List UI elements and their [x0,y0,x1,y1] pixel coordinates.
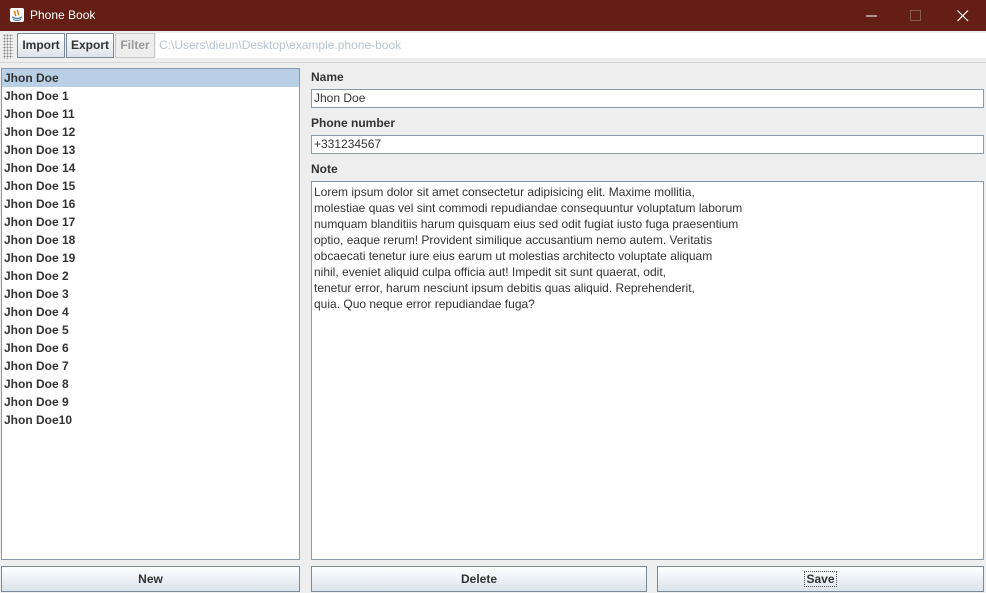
note-text-line: optio, eaque rerum! Provident similique … [314,233,713,247]
maximize-button[interactable] [893,0,939,31]
java-app-icon [9,7,25,23]
title-bar[interactable]: Phone Book [0,0,986,31]
note-text-line: Lorem ipsum dolor sit amet consectetur a… [314,185,695,199]
file-path-field[interactable]: C:\Users\dieun\Desktop\example.phone-boo… [156,33,986,58]
list-item[interactable]: Jhon Doe 6 [2,339,299,357]
note-text-line: nihil, eveniet aliquid culpa officia aut… [314,265,666,279]
export-button[interactable]: Export [66,33,114,58]
name-label: Name [311,70,344,84]
filter-button[interactable]: Filter [115,33,155,58]
name-field[interactable]: Jhon Doe [311,89,984,108]
toolbar: Import Export Filter C:\Users\dieun\Desk… [0,31,986,63]
list-item[interactable]: Jhon Doe 1 [2,87,299,105]
list-item[interactable]: Jhon Doe 17 [2,213,299,231]
new-button[interactable]: New [1,566,300,592]
list-item[interactable]: Jhon Doe 14 [2,159,299,177]
list-item[interactable]: Jhon Doe 18 [2,231,299,249]
list-item[interactable]: Jhon Doe 12 [2,123,299,141]
list-item[interactable]: Jhon Doe 4 [2,303,299,321]
save-button-label: Save [804,571,837,587]
list-item[interactable]: Jhon Doe 5 [2,321,299,339]
save-button[interactable]: Save [657,566,984,592]
delete-button[interactable]: Delete [311,566,647,592]
note-text-line: numquam blanditiis harum quisquam eius s… [314,217,739,231]
list-item[interactable]: Jhon Doe [2,69,299,87]
toolbar-grip-handle[interactable] [3,34,13,59]
note-text-line: obcaecati tenetur iure eius earum ut mol… [314,249,713,263]
list-item[interactable]: Jhon Doe10 [2,411,299,429]
list-item[interactable]: Jhon Doe 11 [2,105,299,123]
list-item[interactable]: Jhon Doe 9 [2,393,299,411]
note-text-line: quia. Quo neque error repudiandae fuga? [314,297,535,311]
list-item[interactable]: Jhon Doe 15 [2,177,299,195]
close-button[interactable] [940,0,986,31]
list-item[interactable]: Jhon Doe 19 [2,249,299,267]
minimize-button[interactable] [849,0,895,31]
list-item[interactable]: Jhon Doe 3 [2,285,299,303]
note-text-line: tenetur error, harum nesciunt ipsum debi… [314,281,695,295]
close-icon [957,10,969,22]
note-text-line: molestiae quas vel sint commodi repudian… [314,201,743,215]
list-item[interactable]: Jhon Doe 13 [2,141,299,159]
minimize-icon [866,15,877,17]
phone-number-label: Phone number [311,116,396,130]
list-item[interactable]: Jhon Doe 8 [2,375,299,393]
note-textarea[interactable]: Lorem ipsum dolor sit amet consectetur a… [311,181,984,560]
list-item[interactable]: Jhon Doe 7 [2,357,299,375]
contact-list[interactable]: Jhon Doe Jhon Doe 1 Jhon Doe 11 Jhon Doe 12… [1,68,300,560]
import-button[interactable]: Import [17,33,65,58]
list-item[interactable]: Jhon Doe 16 [2,195,299,213]
phone-number-field[interactable]: +331234567 [311,135,984,154]
note-label: Note [311,162,338,176]
window-title: Phone Book [30,8,96,22]
maximize-icon [910,10,921,21]
list-item[interactable]: Jhon Doe 2 [2,267,299,285]
